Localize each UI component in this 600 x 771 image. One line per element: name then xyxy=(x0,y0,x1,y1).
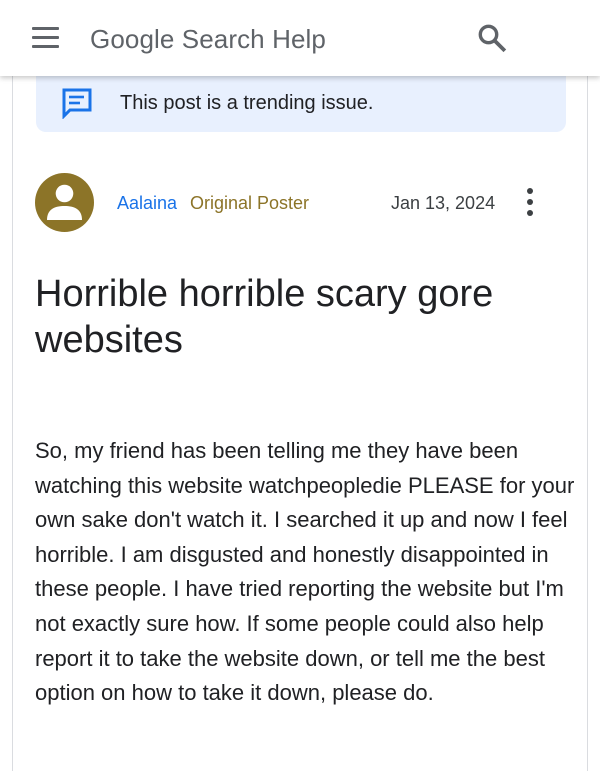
hamburger-menu-icon[interactable] xyxy=(32,27,60,51)
page: Google Search Help This post is a trendi… xyxy=(0,0,600,771)
trending-issue-banner: This post is a trending issue. xyxy=(36,76,566,132)
search-icon[interactable] xyxy=(476,22,508,54)
original-poster-badge: Original Poster xyxy=(190,193,310,213)
post-content: This post is a trending issue. Aalaina O… xyxy=(12,76,588,771)
top-app-bar: Google Search Help xyxy=(0,0,600,76)
app-title: Google Search Help xyxy=(90,24,326,54)
trending-issue-text: This post is a trending issue. xyxy=(120,92,374,114)
author-name[interactable]: Aalaina xyxy=(117,191,177,215)
more-vert-icon[interactable] xyxy=(521,186,541,218)
post-date: Jan 13, 2024 xyxy=(391,193,496,213)
trending-feedback-icon xyxy=(61,87,93,120)
post-body: So, my friend has been telling me they h… xyxy=(35,438,575,706)
person-avatar-icon[interactable] xyxy=(35,173,94,232)
post-title: Horrible horrible scary gore websites xyxy=(35,273,494,361)
